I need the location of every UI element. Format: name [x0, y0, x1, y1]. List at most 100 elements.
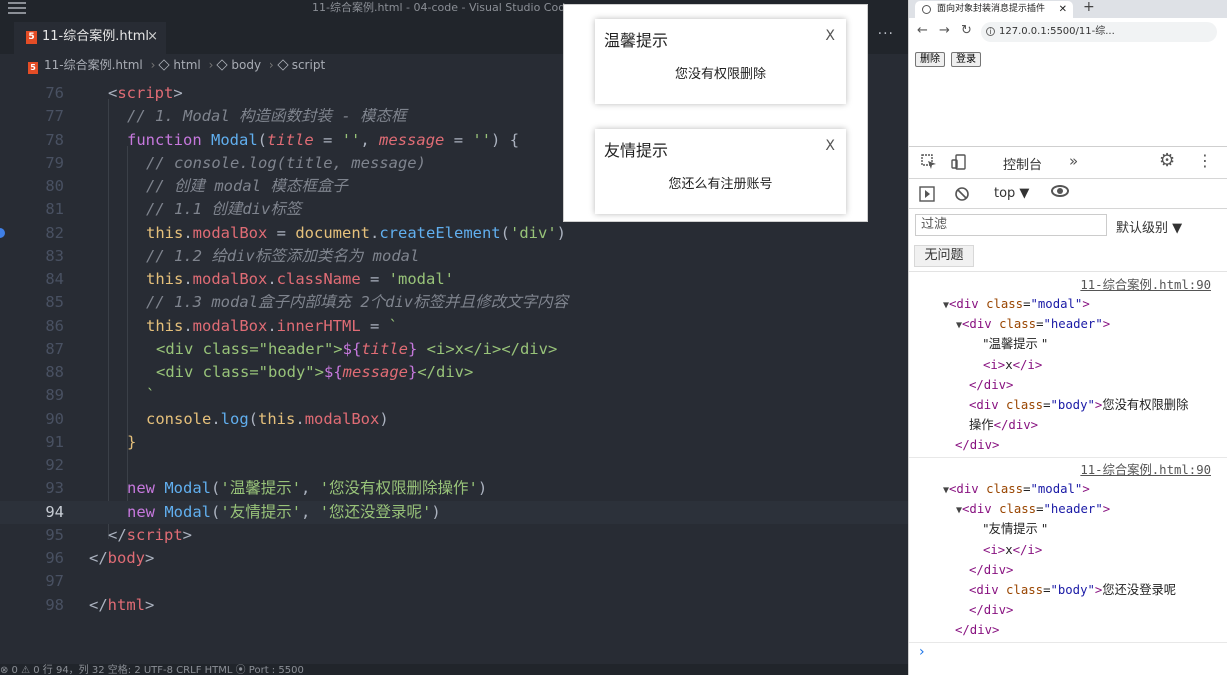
clear-console-icon[interactable] [954, 186, 970, 202]
code-line: 83// 1.2 给div标签添加类名为 modal [0, 245, 908, 268]
modal-body: 您还么有注册账号 [668, 177, 773, 192]
breadcrumb-body[interactable]: body [231, 58, 261, 72]
line-number: 81 [45, 200, 64, 219]
eye-icon[interactable] [1051, 185, 1069, 197]
code-line-active: 94 new Modal('友情提示', '您还没登录呢') [0, 500, 908, 524]
symbol-icon [277, 59, 289, 71]
console-toolbar: top ▼ [909, 179, 1227, 209]
dom-text-node: "友情提示 " [983, 522, 1048, 536]
dom-node-i[interactable]: <i>x</i> [983, 540, 1042, 560]
code-line: 91} [0, 431, 908, 454]
line-number: 78 [45, 130, 64, 149]
site-info-icon[interactable]: i [986, 27, 995, 36]
dom-body-text: 您还没登录呢 [1102, 583, 1177, 597]
console-output: 11-综合案例.html:90 ▼<div class="modal"> ▼<d… [909, 271, 1227, 643]
device-toolbar-icon[interactable] [951, 154, 967, 170]
screen: 11-综合案例.html - 04-code - Visual Studio C… [0, 0, 1227, 675]
tab-console[interactable]: 控制台 [1003, 154, 1042, 173]
symbol-icon [158, 59, 171, 71]
modal-title: 友情提示 [604, 141, 669, 160]
inspect-element-icon[interactable] [921, 154, 937, 170]
line-number: 83 [45, 246, 64, 265]
modal-close-button[interactable]: X [825, 28, 835, 44]
line-number: 80 [45, 177, 64, 195]
code-line: 92 [0, 454, 908, 477]
line-number: 76 [45, 84, 64, 102]
login-button[interactable]: 登录 [951, 52, 981, 67]
dom-node-close: </div> [955, 438, 1000, 452]
tab-close-icon[interactable]: × [147, 22, 158, 52]
issues-button[interactable]: 无问题 [914, 245, 974, 267]
tab-close-icon[interactable]: ✕ [1059, 1, 1067, 18]
back-icon[interactable]: ← [917, 23, 928, 38]
code-line: 93 new Modal('温馨提示', '您没有权限删除操作') [0, 477, 908, 500]
browser-window: 面向对象封装消息提示插件 ✕ + ← → ↻ i 127.0.0.1:5500/… [908, 0, 1227, 675]
html-file-icon: 5 [28, 62, 38, 74]
dom-node-i[interactable]: <i>x</i> [983, 355, 1042, 375]
breadcrumb-file[interactable]: 11-综合案例.html [44, 58, 143, 72]
log-source-link[interactable]: 11-综合案例.html:90 [1080, 275, 1211, 295]
dom-node-close: </div> [969, 563, 1014, 577]
symbol-icon [216, 59, 229, 71]
modal-box: 温馨提示 X 您没有权限删除 [595, 19, 846, 104]
dom-node-modal[interactable]: ▼<div class="modal"> [943, 479, 1090, 499]
dom-node-modal[interactable]: ▼<div class="modal"> [943, 294, 1090, 314]
dom-node-body[interactable]: <div class="body">您还没登录呢 [969, 580, 1176, 600]
hamburger-menu-icon[interactable] [8, 2, 26, 14]
code-line: 85// 1.3 modal盒子内部填充 2个div标签并且修改文字内容 [0, 291, 908, 314]
line-number: 87 [45, 339, 64, 358]
browser-tab[interactable]: 面向对象封装消息提示插件 ✕ [915, 1, 1073, 18]
delete-button[interactable]: 删除 [915, 52, 945, 67]
line-number: 97 [45, 572, 64, 591]
line-number: 79 [45, 153, 64, 172]
line-number: 86 [45, 316, 64, 335]
breadcrumb-separator-icon: › [208, 58, 214, 72]
line-number: 93 [45, 479, 64, 498]
breadcrumb-script[interactable]: script [292, 58, 325, 72]
line-number: 84 [45, 270, 64, 288]
console-prompt[interactable]: › [919, 644, 925, 660]
more-tabs-icon[interactable]: » [1069, 152, 1078, 170]
dom-node-body-cont: 操作</div> [969, 418, 1039, 432]
editor-tab[interactable]: 5 11-综合案例.html × [14, 22, 166, 54]
editor-tab-label: 11-综合案例.html [42, 29, 149, 44]
breadcrumb-separator-icon: › [150, 58, 156, 72]
sidebar-toggle-icon[interactable] [919, 186, 935, 202]
code-line: 87 <div class="header">${title} <i>x</i><… [0, 338, 908, 361]
more-actions-icon[interactable]: ··· [878, 26, 894, 42]
statusbar: ⊗ 0 ⚠ 0 行 94，列 32 空格: 2 UTF-8 CRLF HTML … [0, 664, 908, 675]
dom-text-node: "温馨提示 " [983, 337, 1048, 351]
dom-node-header[interactable]: ▼<div class="header"> [956, 314, 1110, 334]
console-divider [909, 457, 1227, 458]
code-line: 88 <div class="body">${message}</div> [0, 361, 908, 384]
line-number: 82 [45, 223, 64, 242]
gear-icon[interactable]: ⚙ [1159, 150, 1175, 171]
line-number: 85 [45, 293, 64, 312]
new-tab-button[interactable]: + [1083, 0, 1095, 15]
line-number: 96 [45, 549, 64, 567]
filter-input[interactable]: 过滤 [915, 214, 1107, 236]
code-line: 96 </body> [0, 547, 908, 570]
dom-node-header[interactable]: ▼<div class="header"> [956, 499, 1110, 519]
line-number: 91 [45, 432, 64, 451]
breadcrumb-html[interactable]: html [173, 58, 200, 72]
code-line: 84 this.modalBox.className = 'modal' [0, 268, 908, 291]
modal-close-button[interactable]: X [825, 138, 835, 154]
dom-node-close: </div> [969, 378, 1014, 392]
reload-icon[interactable]: ↻ [961, 23, 972, 38]
browser-toolbar: ← → ↻ i 127.0.0.1:5500/11-综... [909, 18, 1227, 46]
code-line: 89 ` [0, 384, 908, 407]
rendered-page-window: 温馨提示 X 您没有权限删除 友情提示 X 您还么有注册账号 [563, 4, 868, 222]
dom-node-body[interactable]: <div class="body">您没有权限删除 [969, 395, 1188, 415]
log-source-link[interactable]: 11-综合案例.html:90 [1080, 460, 1211, 480]
address-bar[interactable]: i 127.0.0.1:5500/11-综... [981, 22, 1217, 42]
kebab-menu-icon[interactable]: ⋮ [1197, 151, 1213, 170]
code-line: 97 [0, 570, 908, 593]
code-line: 98 </html> [0, 594, 908, 617]
log-level-select[interactable]: 默认级别 ▼ [1116, 217, 1182, 236]
code-line: 90 console.log(this.modalBox) [0, 408, 908, 431]
forward-icon[interactable]: → [939, 23, 950, 38]
context-select[interactable]: top ▼ [994, 186, 1029, 201]
console-divider [909, 642, 1227, 643]
line-number: 77 [45, 107, 64, 126]
